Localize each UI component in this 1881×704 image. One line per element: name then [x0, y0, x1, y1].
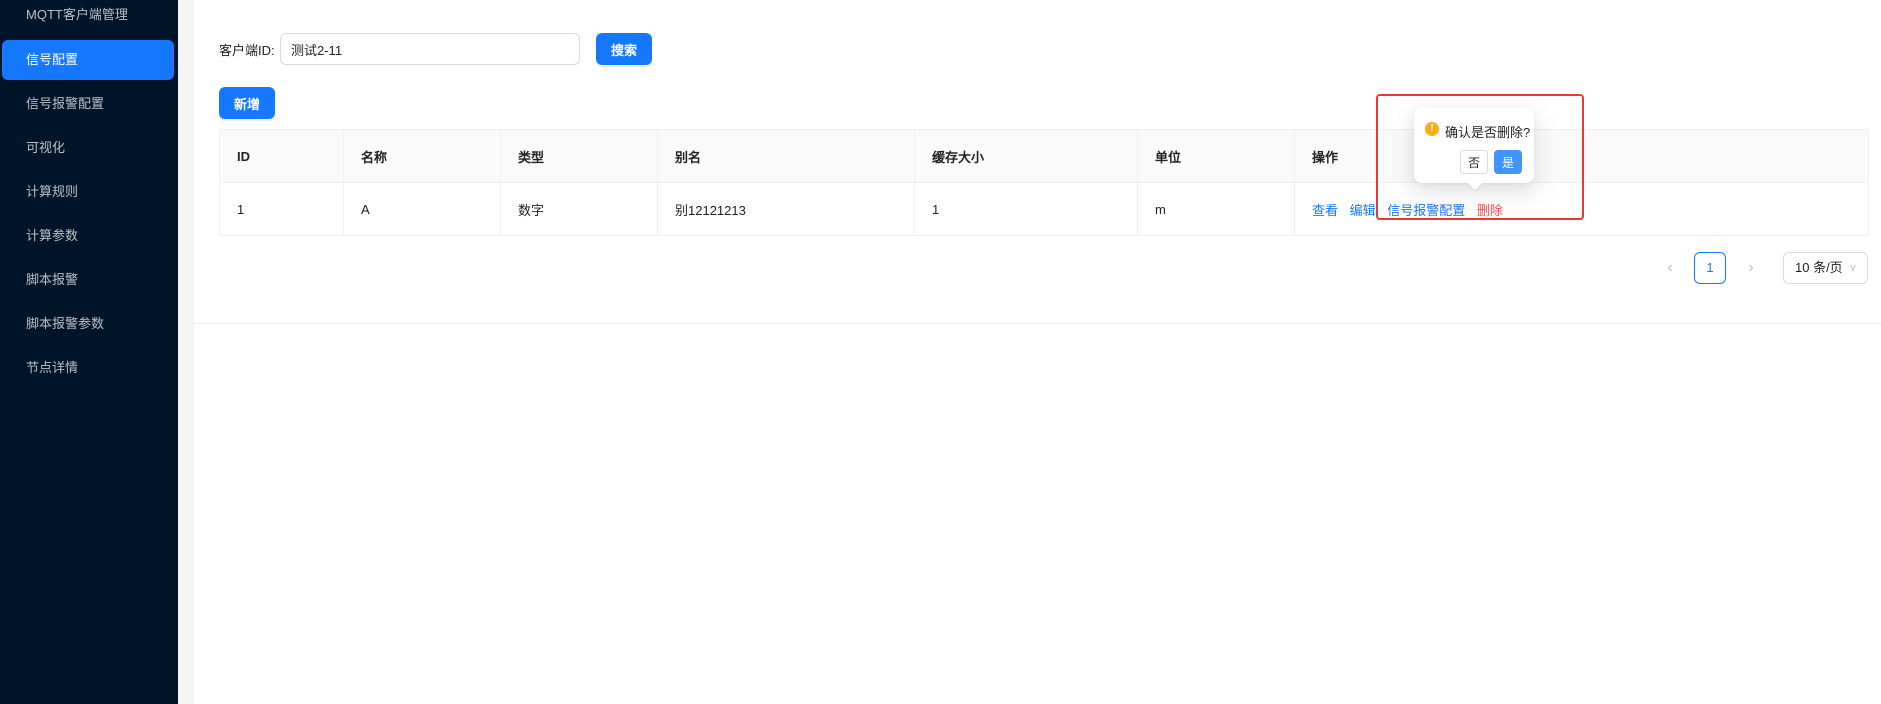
sidebar-item-signal-config[interactable]: 信号配置	[2, 40, 174, 80]
cell-actions: 查看 编辑 信号报警配置 删除	[1294, 182, 1869, 236]
sidebar-item-calc-params[interactable]: 计算参数	[2, 216, 174, 256]
sidebar-item-script-alarm[interactable]: 脚本报警	[2, 260, 174, 300]
popconfirm-title: 确认是否删除?	[1445, 125, 1531, 140]
column-header-id: ID	[219, 129, 344, 183]
chevron-down-icon: ∨	[1848, 262, 1857, 274]
table-row: 1 A 数字 别12121213 1 m 查看 编辑 信号报警配置 删除	[219, 182, 1869, 236]
client-id-input[interactable]	[280, 33, 580, 65]
confirm-button[interactable]: 是	[1494, 150, 1522, 174]
edit-link[interactable]: 编辑	[1350, 203, 1376, 218]
delete-popconfirm: ! 确认是否删除? 否 是	[1414, 108, 1534, 191]
sidebar-item-script-alarm-params[interactable]: 脚本报警参数	[2, 304, 174, 344]
page-number-1[interactable]: 1	[1694, 252, 1726, 284]
sidebar-item-visualization[interactable]: 可视化	[2, 128, 174, 168]
table-header-row: ID 名称 类型 别名 缓存大小 单位 操作	[219, 129, 1869, 183]
client-id-label: 客户端ID:	[219, 43, 275, 58]
signal-table: ID 名称 类型 别名 缓存大小 单位 操作 1 A 数字 别12121213 …	[219, 129, 1869, 236]
sidebar-item-signal-alarm-config[interactable]: 信号报警配置	[2, 84, 174, 124]
column-header-unit: 单位	[1137, 129, 1295, 183]
cell-cache-size: 1	[914, 182, 1138, 236]
sidebar-item-calc-rules[interactable]: 计算规则	[2, 172, 174, 212]
column-header-actions: 操作	[1294, 129, 1869, 183]
column-header-cache-size: 缓存大小	[914, 129, 1138, 183]
sidebar: MQTT客户端管理 信号配置 信号报警配置 可视化 计算规则 计算参数 脚本报警…	[0, 0, 178, 704]
column-header-name: 名称	[343, 129, 501, 183]
sidebar-item-node-details[interactable]: 节点详情	[2, 348, 174, 388]
add-button[interactable]: 新增	[219, 87, 275, 119]
search-button[interactable]: 搜索	[596, 33, 652, 65]
warning-icon: !	[1425, 122, 1439, 136]
cell-name: A	[343, 182, 501, 236]
cell-alias: 别12121213	[657, 182, 915, 236]
next-page-icon[interactable]: ›	[1735, 252, 1767, 284]
signal-alarm-config-link[interactable]: 信号报警配置	[1387, 203, 1465, 218]
cancel-button[interactable]: 否	[1460, 150, 1488, 174]
cell-unit: m	[1137, 182, 1295, 236]
column-header-alias: 别名	[657, 129, 915, 183]
page-size-value: 10 条/页	[1795, 260, 1843, 275]
prev-page-icon[interactable]: ‹	[1654, 252, 1686, 284]
cell-type: 数字	[500, 182, 658, 236]
sidebar-item-mqtt-client[interactable]: MQTT客户端管理	[2, 0, 174, 35]
delete-link[interactable]: 删除	[1477, 203, 1503, 218]
view-link[interactable]: 查看	[1312, 203, 1338, 218]
column-header-type: 类型	[500, 129, 658, 183]
page-size-select[interactable]: 10 条/页 ∨	[1783, 252, 1868, 284]
cell-id: 1	[219, 182, 344, 236]
